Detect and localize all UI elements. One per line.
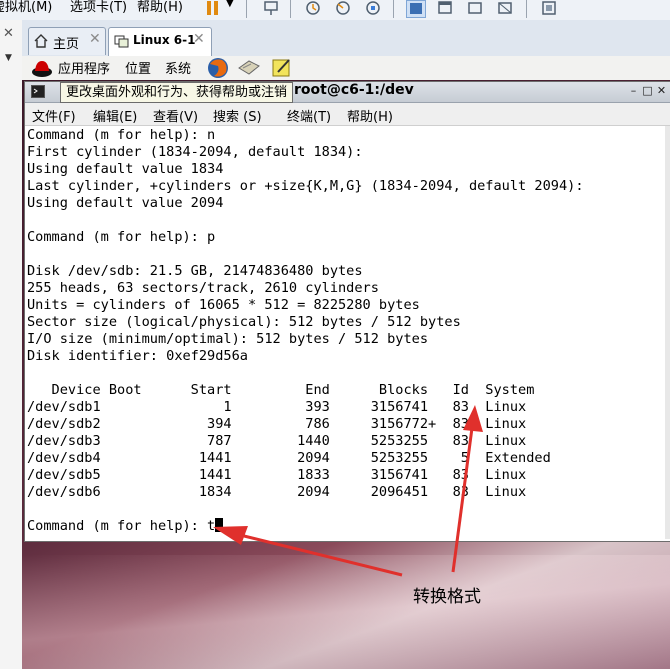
arrow-to-prompt <box>213 526 403 577</box>
arrow-to-system-column <box>451 405 483 573</box>
annotation-label: 转换格式 <box>413 587 481 607</box>
annotation-arrows <box>213 405 483 577</box>
